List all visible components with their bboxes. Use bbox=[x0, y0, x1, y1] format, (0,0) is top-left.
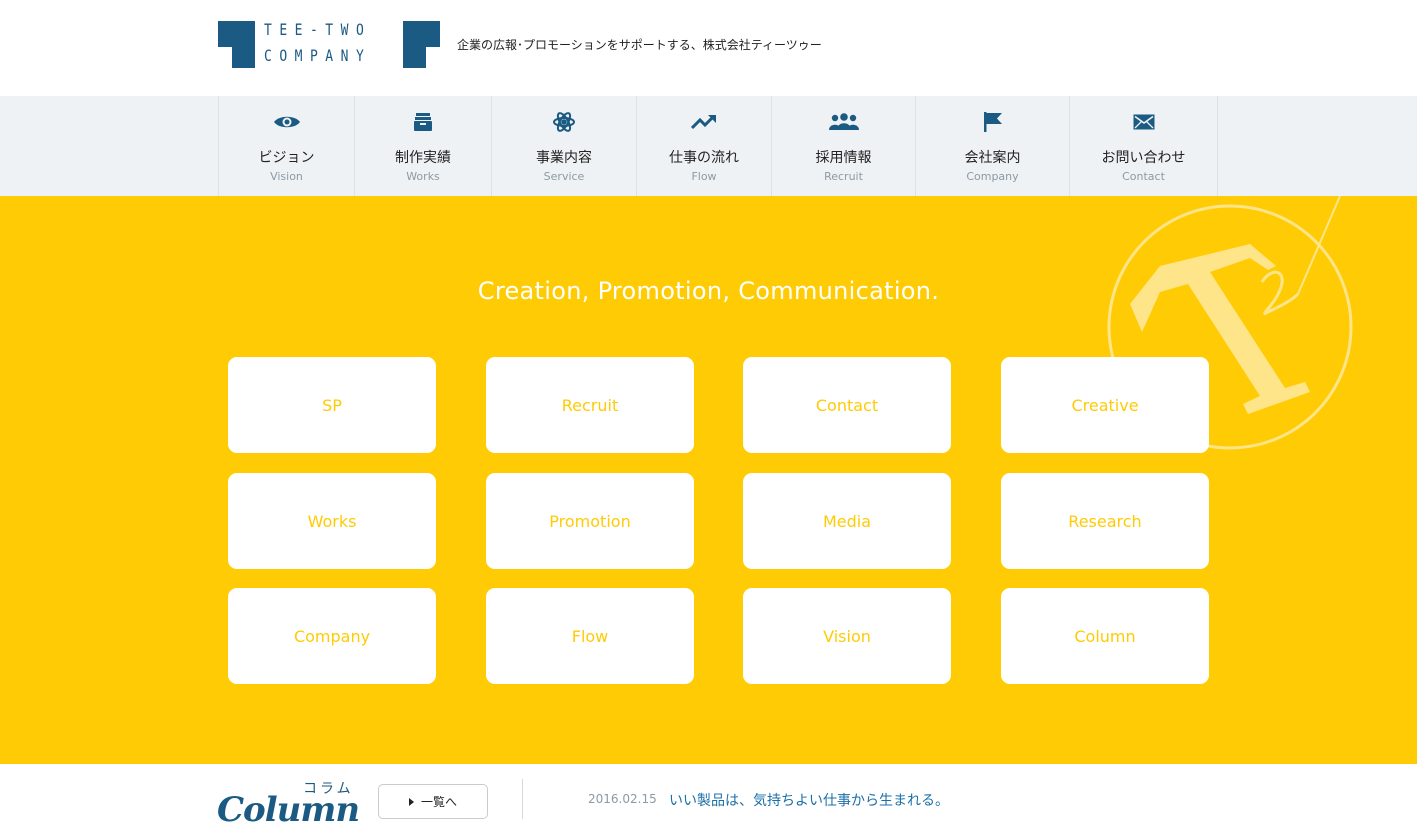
nav-item-service[interactable]: 事業内容 Service bbox=[492, 96, 637, 196]
column-article-link[interactable]: いい製品は、気持ちよい仕事から生まれる。 bbox=[669, 790, 949, 810]
card-works[interactable]: Works bbox=[228, 473, 436, 569]
column-bar: コラム Column 一覧へ 2016.02.15 いい製品は、気持ちよい仕事か… bbox=[0, 764, 1417, 830]
nav-label-en: Recruit bbox=[824, 170, 863, 183]
nav-item-vision[interactable]: ビジョン Vision bbox=[219, 96, 355, 196]
nav-label-jp: 会社案内 bbox=[964, 150, 1021, 166]
card-creative[interactable]: Creative bbox=[1001, 357, 1209, 453]
envelope-icon bbox=[1070, 111, 1217, 133]
nav-label-jp: 事業内容 bbox=[536, 150, 592, 166]
nav-label-jp: 仕事の流れ bbox=[669, 150, 739, 166]
flag-icon bbox=[916, 111, 1069, 133]
card-company[interactable]: Company bbox=[228, 588, 436, 684]
nav-label-en: Contact bbox=[1122, 170, 1165, 183]
card-recruit[interactable]: Recruit bbox=[486, 357, 694, 453]
card-sp[interactable]: SP bbox=[228, 357, 436, 453]
divider bbox=[522, 779, 523, 819]
site-tagline: 企業の広報･プロモーションをサポートする、株式会社ティーツゥー bbox=[457, 38, 822, 52]
column-date: 2016.02.15 bbox=[588, 792, 657, 806]
nav-label-jp: 採用情報 bbox=[815, 150, 872, 166]
nav-item-contact[interactable]: お問い合わせ Contact bbox=[1070, 96, 1218, 196]
nav-label-en: Works bbox=[406, 170, 440, 183]
archive-box-icon bbox=[355, 111, 491, 133]
nav-label-jp: 制作実績 bbox=[395, 150, 451, 166]
hero-title: Creation, Promotion, Communication. bbox=[477, 277, 940, 305]
nav-label-en: Company bbox=[966, 170, 1019, 183]
nav-item-company[interactable]: 会社案内 Company bbox=[916, 96, 1070, 196]
hero-section: Creation, Promotion, Communication. SP R… bbox=[0, 196, 1417, 764]
nav-label-jp: お問い合わせ bbox=[1101, 150, 1186, 166]
card-vision[interactable]: Vision bbox=[743, 588, 951, 684]
card-research[interactable]: Research bbox=[1001, 473, 1209, 569]
nav-label-en: Vision bbox=[270, 170, 303, 183]
site-header: TEE-TWO COMPANY 企業の広報･プロモーションをサポートする、株式会… bbox=[0, 0, 1417, 96]
card-promotion[interactable]: Promotion bbox=[486, 473, 694, 569]
card-flow[interactable]: Flow bbox=[486, 588, 694, 684]
logo-text-line2: COMPANY bbox=[264, 47, 372, 66]
triangle-right-icon bbox=[408, 797, 414, 806]
column-list-button[interactable]: 一覧へ bbox=[378, 784, 488, 819]
global-nav: ビジョン Vision 制作実績 Works 事業内容 Service 仕事の流… bbox=[0, 96, 1417, 196]
nav-label-jp: ビジョン bbox=[258, 150, 315, 166]
card-media[interactable]: Media bbox=[743, 473, 951, 569]
column-logo-word: Column bbox=[217, 790, 360, 830]
tee-two-company-logo[interactable]: TEE-TWO COMPANY bbox=[218, 21, 440, 68]
card-column[interactable]: Column bbox=[1001, 588, 1209, 684]
people-group-icon bbox=[772, 111, 915, 133]
nav-item-flow[interactable]: 仕事の流れ Flow bbox=[637, 96, 772, 196]
card-contact[interactable]: Contact bbox=[743, 357, 951, 453]
nav-item-recruit[interactable]: 採用情報 Recruit bbox=[772, 96, 916, 196]
column-list-button-label: 一覧へ bbox=[420, 795, 457, 809]
logo-text-line1: TEE-TWO bbox=[264, 21, 372, 40]
nav-label-en: Flow bbox=[691, 170, 717, 183]
trend-up-icon bbox=[637, 111, 771, 133]
atom-icon bbox=[492, 111, 636, 133]
column-logo: コラム Column bbox=[217, 778, 360, 830]
nav-item-works[interactable]: 制作実績 Works bbox=[355, 96, 492, 196]
nav-label-en: Service bbox=[543, 170, 585, 183]
eye-icon bbox=[219, 111, 354, 133]
